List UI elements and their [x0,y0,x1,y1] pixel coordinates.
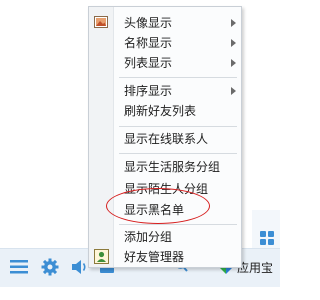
menu-item-show-blacklist[interactable]: 显示黑名单 [89,200,241,220]
menu-item-sort-display[interactable]: 排序显示 [89,81,241,101]
chevron-right-icon [231,87,236,95]
chevron-right-icon [231,59,236,67]
menu-item-show-online[interactable]: 显示在线联系人 [89,129,241,149]
menu-separator [119,153,237,154]
friend-manager-icon [94,249,109,264]
menu-item-show-strangers[interactable]: 显示陌生人分组 [89,179,241,199]
menu-item-avatar-display[interactable]: 头像显示 [89,13,241,33]
menu-separator [119,224,237,225]
settings-icon[interactable] [40,258,60,276]
menu-item-list-display[interactable]: 列表显示 [89,53,241,73]
menu-item-refresh-friends[interactable]: 刷新好友列表 [89,101,241,121]
chevron-right-icon [231,19,236,27]
menu-separator [119,126,237,127]
grid-icon[interactable] [260,231,274,245]
menu-icon[interactable] [9,258,29,276]
menu-item-show-life-services[interactable]: 显示生活服务分组 [89,157,241,177]
menu-item-name-display[interactable]: 名称显示 [89,33,241,53]
avatar-image-icon [94,16,108,28]
context-menu: 头像显示 名称显示 列表显示 排序显示 刷新好友列表 显示在线联系人 显示生活服… [88,6,242,268]
app-store-label: 应用宝 [237,260,274,275]
speaker-icon[interactable] [70,258,90,276]
menu-item-friend-manager[interactable]: 好友管理器 [89,247,241,267]
menu-separator [119,77,237,78]
chevron-right-icon [231,39,236,47]
menu-item-add-group[interactable]: 添加分组 [89,227,241,247]
